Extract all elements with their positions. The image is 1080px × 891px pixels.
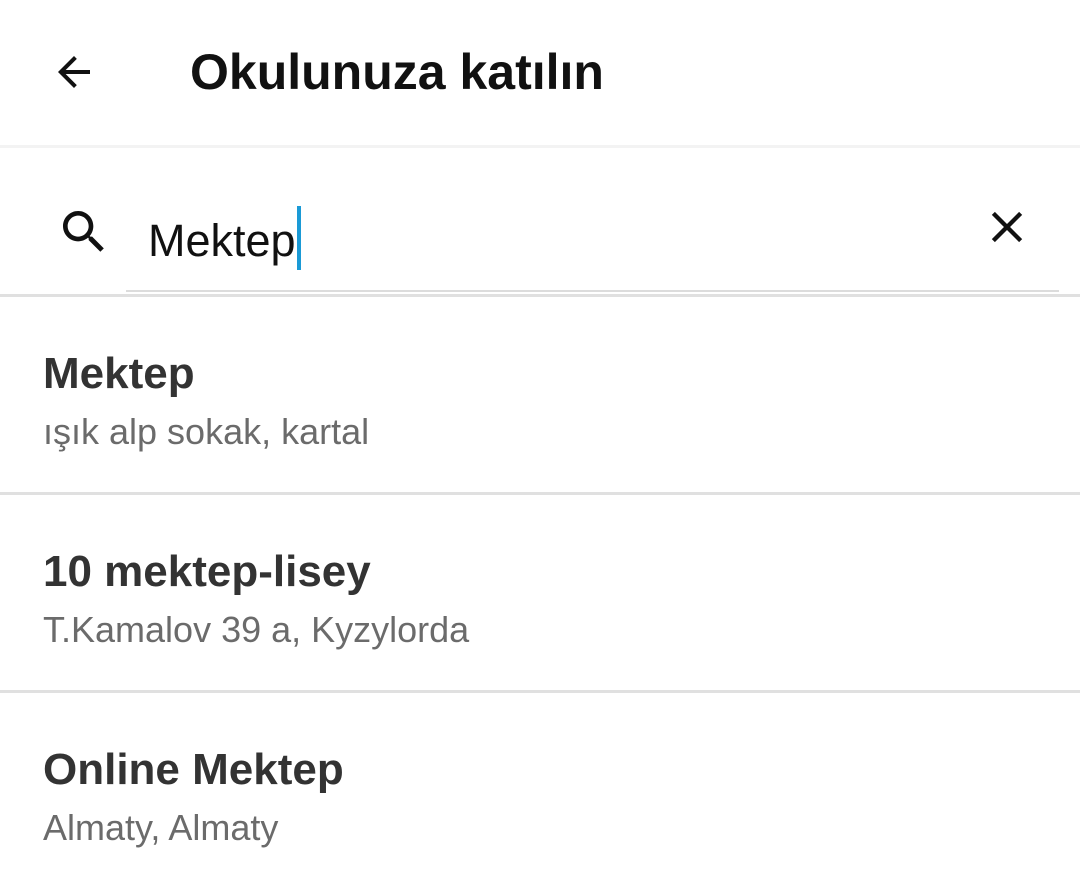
search-bar: Mektep (0, 148, 1080, 294)
school-address: T.Kamalov 39 a, Kyzylorda (43, 609, 470, 650)
list-item[interactable]: Online Mektep Almaty, Almaty (0, 693, 1080, 891)
search-input-text: Mektep (148, 215, 296, 266)
list-item[interactable]: 10 mektep-lisey T.Kamalov 39 a, Kyzylord… (0, 495, 1080, 693)
school-name: Mektep (43, 349, 195, 398)
search-input[interactable]: Mektep (148, 206, 301, 270)
school-name: Online Mektep (43, 745, 344, 794)
school-name: 10 mektep-lisey (43, 547, 371, 596)
text-caret (296, 206, 301, 270)
app-bar: Okulunuza katılın (0, 0, 1080, 146)
arrow-left-icon (58, 56, 90, 88)
search-icon (63, 211, 104, 252)
back-button[interactable] (34, 32, 114, 112)
school-address: Almaty, Almaty (43, 807, 279, 848)
search-underline (126, 290, 1059, 292)
clear-search-button[interactable] (970, 190, 1044, 264)
results-list: Mektep ışık alp sokak, kartal 10 mektep-… (0, 297, 1080, 891)
page-title: Okulunuza katılın (190, 44, 604, 100)
school-address: ışık alp sokak, kartal (43, 411, 370, 452)
close-icon (991, 211, 1023, 243)
list-item[interactable]: Mektep ışık alp sokak, kartal (0, 297, 1080, 495)
